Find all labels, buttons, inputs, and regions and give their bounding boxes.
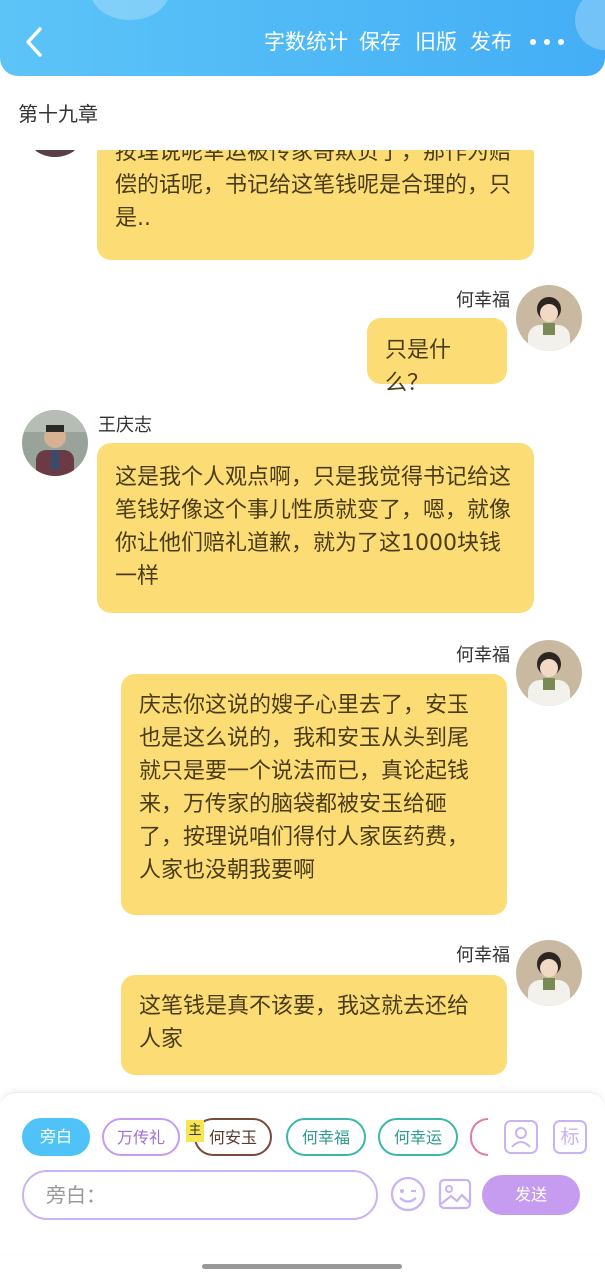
sender-name: 王庆志: [98, 415, 152, 436]
tag-button[interactable]: 标: [553, 1120, 587, 1154]
message-bubble[interactable]: 这是我个人观点啊，只是我觉得书记给这笔钱好像这个事儿性质就变了，嗯，就像你让他们…: [97, 443, 534, 613]
decorative-bubble: [90, 0, 170, 20]
avatar-wang-qingzhi[interactable]: [22, 150, 88, 157]
decorative-bubble: [575, 0, 605, 50]
more-options-icon[interactable]: [530, 36, 564, 48]
image-icon[interactable]: [437, 1176, 473, 1212]
character-manage-icon[interactable]: [504, 1120, 538, 1154]
message-bubble[interactable]: 只是什么？: [367, 318, 507, 396]
message-bubble[interactable]: 这笔钱是真不该要，我这就去还给人家: [121, 975, 507, 1075]
role-pill-wan-chuanli[interactable]: 万传礼: [102, 1118, 180, 1156]
top-nav-bar: 字数统计 保存 旧版 发布: [0, 0, 605, 76]
narration-input[interactable]: 旁白：: [22, 1170, 378, 1220]
role-pill-narration[interactable]: 旁白: [22, 1118, 90, 1156]
emoji-icon[interactable]: [390, 1176, 426, 1212]
avatar-he-xingfu[interactable]: [516, 285, 582, 351]
avatar-he-xingfu[interactable]: [516, 940, 582, 1006]
avatar-he-xingfu[interactable]: [516, 640, 582, 706]
sender-name: 何幸福: [456, 645, 510, 666]
main-character-badge: 主: [186, 1120, 204, 1142]
publish-button[interactable]: 发布: [470, 28, 512, 56]
role-pill-he-xingyun[interactable]: 何幸运: [378, 1118, 458, 1156]
old-version-button[interactable]: 旧版: [415, 28, 457, 56]
message-text: 这是我个人观点啊，只是我觉得书记给这笔钱好像这个事儿性质就变了，嗯，就像你让他们…: [115, 465, 512, 589]
message-text: 这笔钱是真不该要，我这就去还给人家: [139, 994, 470, 1052]
message-bubble[interactable]: 庆志你这说的嫂子心里去了，安玉也是这么说的，我和安玉从头到尾就只是要一个说法而已…: [121, 674, 507, 915]
chat-message-list[interactable]: 按理说呢幸运被传家哥欺负了，那作为赔偿的话呢，书记给这笔钱呢是合理的，只是.. …: [0, 150, 605, 1080]
home-indicator: [202, 1264, 402, 1269]
avatar-wang-qingzhi[interactable]: [22, 410, 88, 476]
chapter-title: 第十九章: [18, 102, 98, 126]
message-bubble[interactable]: 按理说呢幸运被传家哥欺负了，那作为赔偿的话呢，书记给这笔钱呢是合理的，只是..: [97, 150, 534, 260]
message-text: 庆志你这说的嫂子心里去了，安玉也是这么说的，我和安玉从头到尾就只是要一个说法而已…: [139, 693, 470, 883]
role-pill-he-xingfu[interactable]: 何幸福: [286, 1118, 366, 1156]
sender-name: 何幸福: [456, 945, 510, 966]
sender-name: 何幸福: [456, 290, 510, 311]
send-button[interactable]: 发送: [482, 1175, 580, 1215]
message-text: 只是什么？: [385, 338, 452, 396]
word-count-button[interactable]: 字数统计: [264, 28, 348, 56]
role-pill-he-anyu[interactable]: 何安玉: [194, 1118, 272, 1156]
back-arrow-icon[interactable]: [20, 26, 48, 58]
save-button[interactable]: 保存: [359, 28, 401, 56]
message-text: 按理说呢幸运被传家哥欺负了，那作为赔偿的话呢，书记给这笔钱呢是合理的，只是..: [115, 150, 512, 231]
